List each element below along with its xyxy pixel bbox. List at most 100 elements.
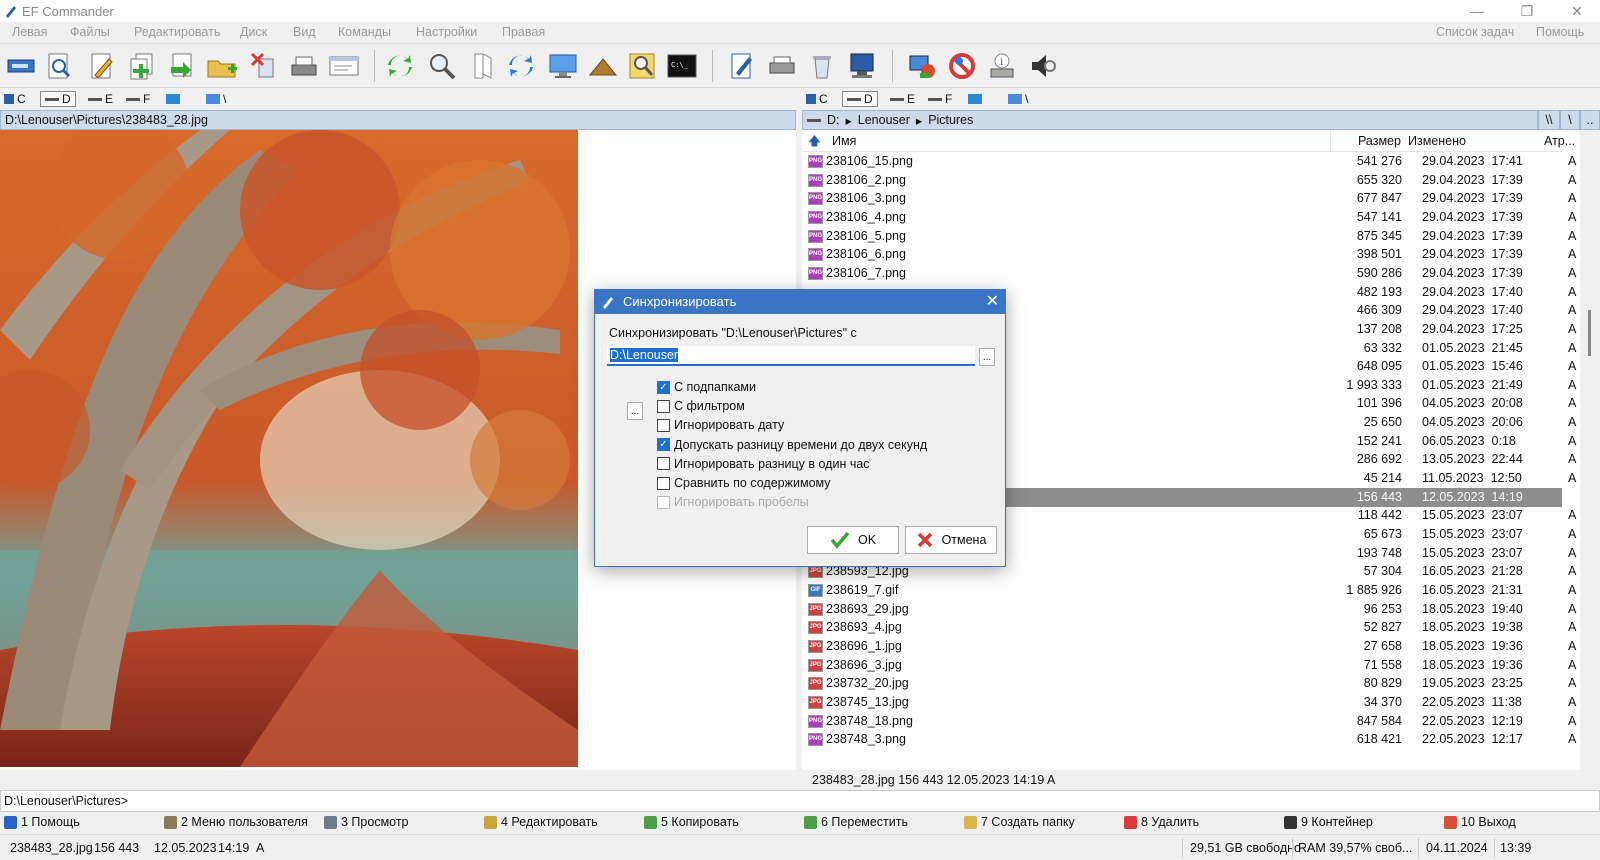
tools-button[interactable] — [624, 48, 660, 84]
f7-new-folder-button[interactable]: 7 Создать папку — [964, 815, 1075, 829]
compare-button[interactable] — [464, 48, 500, 84]
minimize-button[interactable]: — — [1456, 0, 1498, 22]
column-size[interactable]: Размер — [1358, 130, 1401, 152]
option-checkbox[interactable]: Игнорировать дату — [657, 418, 784, 432]
table-row[interactable]: PNG 238106_6.png 398 501 29.04.2023 17:39 A — [802, 245, 1576, 264]
column-name[interactable]: Имя — [832, 130, 856, 152]
browse-button[interactable]: ... — [979, 348, 995, 366]
find-file-button[interactable] — [42, 48, 78, 84]
drive-e[interactable]: E — [890, 91, 915, 107]
network-drive-button[interactable] — [904, 48, 940, 84]
column-modified[interactable]: Изменено — [1408, 130, 1466, 152]
table-row[interactable]: JPG 238696_3.jpg 71 558 18.05.2023 19:36 A — [802, 656, 1576, 675]
new-folder-button[interactable] — [204, 48, 240, 84]
filter-settings-button[interactable]: ... — [627, 402, 643, 420]
network-button[interactable] — [545, 48, 581, 84]
computer-button[interactable] — [844, 48, 880, 84]
table-row[interactable]: JPG 238745_13.jpg 34 370 22.05.2023 11:38 A — [802, 693, 1576, 712]
f10-exit-button[interactable]: 10 Выход — [1444, 815, 1516, 829]
table-row[interactable]: PNG 238748_3.png 618 421 22.05.2023 12:17 A — [802, 730, 1576, 749]
media-button[interactable] — [1024, 48, 1060, 84]
desktop-drive[interactable] — [166, 91, 183, 107]
drive-c[interactable]: C — [806, 91, 828, 107]
up-button[interactable]: .. — [1580, 110, 1600, 130]
edit-button[interactable] — [84, 48, 120, 84]
drive-d[interactable]: D — [40, 91, 76, 107]
delete-button[interactable] — [246, 48, 282, 84]
print-button[interactable] — [286, 48, 322, 84]
up-arrow-icon[interactable]: 🡅 — [808, 130, 821, 152]
f3-view-button[interactable]: 3 Просмотр — [324, 815, 409, 829]
refresh-button[interactable] — [382, 48, 418, 84]
drive-root-button[interactable]: \ — [1560, 110, 1580, 130]
copy-button[interactable] — [124, 48, 160, 84]
menu-settings[interactable]: Настройки — [416, 25, 477, 39]
option-checkbox[interactable]: Сравнить по содержимому — [657, 476, 831, 490]
root-button[interactable]: \\ — [1538, 110, 1560, 130]
f1-help-button[interactable]: 1 Помощь — [4, 815, 80, 829]
info-button[interactable]: i — [984, 48, 1020, 84]
recycle-bin-button[interactable] — [804, 48, 840, 84]
menu-task-list[interactable]: Список задач — [1436, 25, 1514, 39]
console-button[interactable]: C:\_ — [664, 48, 700, 84]
option-checkbox[interactable]: С фильтром — [657, 399, 745, 413]
menu-edit[interactable]: Редактировать — [134, 25, 220, 39]
table-row[interactable]: PNG 238106_3.png 677 847 29.04.2023 17:39 A — [802, 189, 1576, 208]
table-row[interactable]: PNG 238106_7.png 590 286 29.04.2023 17:39 A — [802, 264, 1576, 283]
search-button[interactable] — [424, 48, 460, 84]
menu-view[interactable]: Вид — [293, 25, 316, 39]
drive-d[interactable]: D — [842, 91, 878, 107]
archive-button[interactable] — [585, 48, 621, 84]
scrollbar-thumb[interactable] — [1588, 310, 1591, 356]
drive-f[interactable]: F — [126, 91, 150, 107]
breadcrumb-lenouser[interactable]: Lenouser — [858, 113, 910, 127]
option-checkbox[interactable]: ✓ С подпапками — [657, 380, 756, 394]
table-row[interactable]: PNG 238748_18.png 847 584 22.05.2023 12:19 A — [802, 712, 1576, 731]
drive-c[interactable]: C — [4, 91, 26, 107]
menu-files[interactable]: Файлы — [70, 25, 110, 39]
f2-user-menu-button[interactable]: 2 Меню пользователя — [164, 815, 308, 829]
menu-right[interactable]: Правая — [502, 25, 545, 39]
move-button[interactable] — [164, 48, 200, 84]
option-checkbox[interactable]: ✓ Допускать разницу времени до двух секун… — [657, 438, 927, 452]
drive-e[interactable]: E — [88, 91, 113, 107]
breadcrumb-pictures[interactable]: Pictures — [928, 113, 973, 127]
table-row[interactable]: PNG 238106_15.png 541 276 29.04.2023 17:41 A — [802, 152, 1576, 171]
sync-button[interactable] — [503, 48, 539, 84]
edit-file-button[interactable] — [724, 48, 760, 84]
table-row[interactable]: PNG 238106_4.png 547 141 29.04.2023 17:39 A — [802, 208, 1576, 227]
desktop-drive[interactable] — [968, 91, 985, 107]
file-list-scrollbar[interactable] — [1580, 130, 1600, 770]
cancel-button[interactable]: Отмена — [905, 526, 997, 554]
sync-target-input[interactable]: D:\Lenouser — [607, 346, 975, 366]
breadcrumb-drive[interactable]: D: — [827, 113, 840, 127]
table-row[interactable]: GIF 238619_7.gif 1 885 926 16.05.2023 21:31… — [802, 581, 1576, 600]
network-drive[interactable]: \ — [206, 91, 226, 107]
f9-container-button[interactable]: 9 Контейнер — [1284, 815, 1373, 829]
f5-copy-button[interactable]: 5 Копировать — [644, 815, 739, 829]
option-checkbox[interactable]: Игнорировать разницу в один час — [657, 457, 870, 471]
ok-button[interactable]: OK — [807, 526, 899, 554]
command-line[interactable]: D:\Lenouser\Pictures> — [0, 790, 1600, 812]
column-attr[interactable]: Атр... — [1544, 130, 1575, 152]
table-row[interactable]: PNG 238106_2.png 655 320 29.04.2023 17:39 A — [802, 171, 1576, 190]
network-drive[interactable]: \ — [1008, 91, 1028, 107]
maximize-button[interactable]: ❐ — [1506, 0, 1548, 22]
table-row[interactable]: JPG 238732_20.jpg 80 829 19.05.2023 23:25 A — [802, 674, 1576, 693]
menu-help[interactable]: Помощь — [1536, 25, 1584, 39]
disconnect-button[interactable] — [944, 48, 980, 84]
f8-delete-button[interactable]: 8 Удалить — [1124, 815, 1199, 829]
dialog-close-icon[interactable]: ✕ — [986, 290, 999, 314]
table-row[interactable]: PNG 238106_5.png 875 345 29.04.2023 17:39 A — [802, 227, 1576, 246]
menu-disk[interactable]: Диск — [240, 25, 267, 39]
drive-icon-button[interactable] — [3, 48, 39, 84]
close-button[interactable]: ✕ — [1556, 0, 1598, 22]
menu-commands[interactable]: Команды — [338, 25, 391, 39]
table-row[interactable]: JPG 238693_4.jpg 52 827 18.05.2023 19:38 A — [802, 618, 1576, 637]
properties-button[interactable] — [326, 48, 362, 84]
menu-left[interactable]: Левая — [12, 25, 47, 39]
f4-edit-button[interactable]: 4 Редактировать — [484, 815, 598, 829]
table-row[interactable]: JPG 238693_29.jpg 96 253 18.05.2023 19:40 A — [802, 600, 1576, 619]
table-row[interactable]: JPG 238696_1.jpg 27 658 18.05.2023 19:36 A — [802, 637, 1576, 656]
drive-f[interactable]: F — [928, 91, 952, 107]
